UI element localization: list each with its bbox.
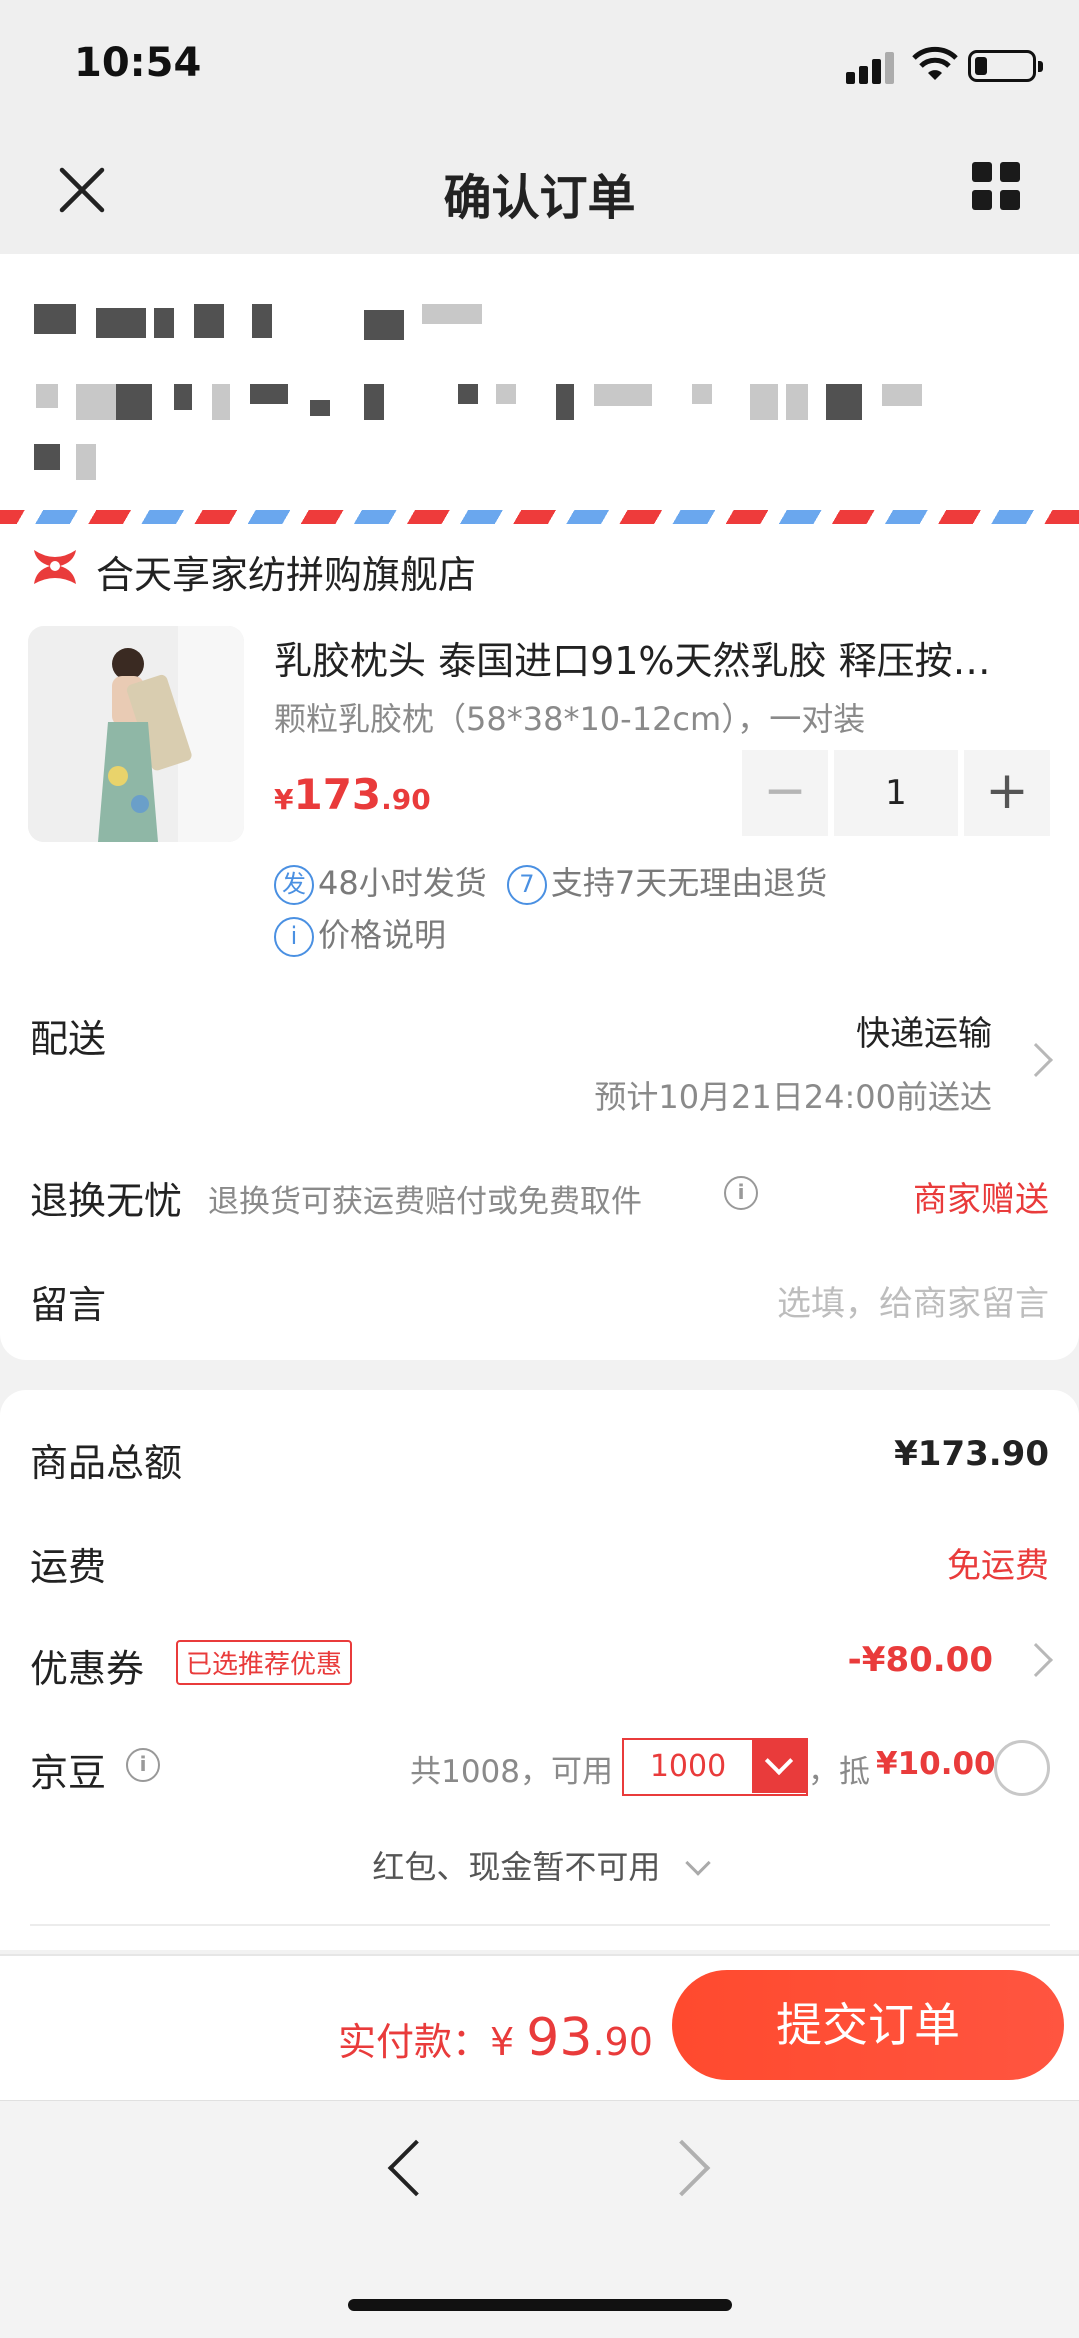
address-card[interactable] [0,254,1079,524]
price-note-label: 价格说明 [318,916,447,954]
delivery-method[interactable]: 快递运输 [856,1006,992,1055]
beans-info-icon[interactable]: i [126,1748,160,1782]
beans-select[interactable]: 1000 [622,1738,808,1796]
quantity-stepper: − 1 + [742,750,1050,836]
coupon-label: 优惠券 [30,1647,145,1691]
shop-logo-icon [34,550,76,584]
goods-total-label: 商品总额 [30,1441,183,1485]
status-time: 10:54 [74,40,202,86]
pay-amount: 实付款：¥ 93.90 [338,2008,653,2068]
product-title[interactable]: 乳胶枕头 泰国进口91%天然乳胶 释压按… [274,630,1034,685]
product-price: ¥173.90 [274,770,431,819]
signal-icon [846,50,896,84]
home-indicator [348,2299,732,2311]
delivery-label: 配送 [30,1017,107,1061]
return-service-desc: 退换货可获运费赔付或免费取件 [208,1184,642,1220]
info-icon: i [274,917,314,957]
shipping-value: 免运费 [947,1546,1049,1586]
unavailable-toggle[interactable]: 红包、现金暂不可用 [0,1842,1079,1888]
page-title: 确认订单 [443,170,636,226]
beans-radio[interactable] [994,1740,1050,1796]
return-tag: 支持7天无理由退货 [550,864,828,902]
chevron-down-icon[interactable] [752,1740,806,1793]
seven-day-icon: 7 [506,865,547,905]
submit-order-button[interactable]: 提交订单 [672,1970,1064,2080]
decrease-button[interactable]: − [742,750,828,836]
message-input[interactable]: 选填，给商家留言 [777,1276,1049,1325]
beans-offset-prefix: ，抵 [808,1754,870,1790]
beans-offset-value: ¥10.00 [876,1746,996,1782]
beans-available: 共1008，可用 [410,1754,613,1790]
ship-badge-icon: 发 [274,865,314,905]
coupon-value[interactable]: -¥80.00 [848,1640,993,1680]
battery-icon [968,50,1043,82]
wifi-icon [912,46,958,80]
product-image[interactable] [28,626,244,842]
divider [30,1924,1050,1926]
return-info-icon[interactable]: i [724,1176,758,1210]
coupon-badge: 已选推荐优惠 [176,1640,353,1685]
grid-menu-icon[interactable] [972,162,1022,212]
goods-total-value: ¥173.90 [894,1434,1049,1474]
address-divider [0,510,1079,524]
return-service-label: 退换无忧 [30,1179,183,1223]
chevron-down-icon [684,1850,711,1876]
price-note-link[interactable]: i 价格说明 [274,910,446,957]
message-label: 留言 [30,1283,107,1327]
delivery-eta: 预计10月21日24:00前送达 [594,1078,992,1116]
increase-button[interactable]: + [964,750,1050,836]
unavailable-label: 红包、现金暂不可用 [372,1848,661,1886]
shop-name[interactable]: 合天享家纺拼购旗舰店 [96,544,476,599]
shipping-label: 运费 [30,1545,107,1589]
quantity-value[interactable]: 1 [834,750,958,836]
return-service-value: 商家赠送 [913,1180,1049,1220]
service-tags: 发 48小时发货 7 支持7天无理由退货 [274,858,827,905]
ship-tag: 48小时发货 [318,864,487,902]
product-spec: 颗粒乳胶枕（58*38*10-12cm），一对装 [274,700,866,738]
beans-selected-value: 1000 [649,1749,727,1784]
beans-label: 京豆 [30,1751,107,1795]
